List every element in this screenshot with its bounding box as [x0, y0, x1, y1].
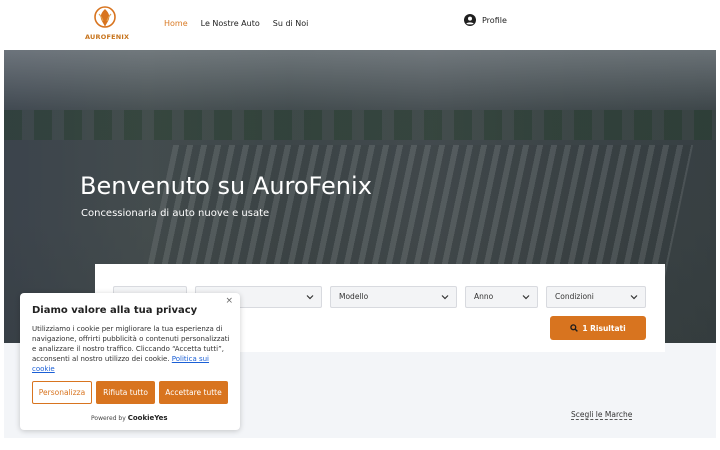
condition-select[interactable]: Condizioni: [546, 286, 646, 308]
hero-background-image: [4, 50, 716, 110]
chevron-down-icon: [441, 295, 449, 300]
show-results-button[interactable]: 1 Risultati: [550, 316, 646, 340]
hero-subtitle: Concessionaria di auto nuove e usate: [81, 208, 270, 219]
cookie-description: Utilizziamo i cookie per migliorare la t…: [32, 325, 230, 373]
brand-name: AUROFENIX: [85, 33, 130, 41]
nav-item-home[interactable]: Home: [164, 19, 188, 28]
chevron-down-icon: [306, 295, 314, 300]
model-select[interactable]: Modello: [330, 286, 457, 308]
year-select[interactable]: Anno: [465, 286, 538, 308]
main-nav: Home Le Nostre Auto Su di Noi: [164, 19, 321, 28]
results-label: 1 Risultati: [582, 323, 626, 333]
accept-all-button[interactable]: Accettare tutte: [159, 381, 228, 404]
powered-by: Powered by CookieYes: [91, 414, 168, 422]
cookieyes-logo: CookieYes: [127, 414, 168, 422]
brand-logo[interactable]: AUROFENIX: [85, 5, 130, 43]
search-icon: [570, 324, 579, 332]
choose-brands-link[interactable]: Scegli le Marche: [571, 410, 633, 420]
profile-label: Profile: [482, 15, 507, 25]
phoenix-logo-icon: [94, 6, 116, 28]
user-circle-icon: [464, 14, 476, 26]
nav-item-our-cars[interactable]: Le Nostre Auto: [201, 19, 260, 28]
close-icon[interactable]: ×: [225, 296, 233, 306]
cookie-consent-banner: × Diamo valore alla tua privacy Utilizzi…: [20, 293, 240, 430]
site-header: AUROFENIX Home Le Nostre Auto Su di Noi …: [0, 0, 720, 50]
profile-link[interactable]: Profile: [464, 14, 507, 26]
chevron-down-icon: [630, 295, 638, 300]
nav-item-about[interactable]: Su di Noi: [273, 19, 309, 28]
chevron-down-icon: [522, 295, 530, 300]
reject-all-button[interactable]: Rifiuta tutto: [96, 381, 155, 404]
customize-cookies-button[interactable]: Personalizza: [32, 381, 92, 404]
hero-title: Benvenuto su AuroFenix: [80, 172, 372, 200]
cookie-title: Diamo valore alla tua privacy: [32, 305, 198, 316]
